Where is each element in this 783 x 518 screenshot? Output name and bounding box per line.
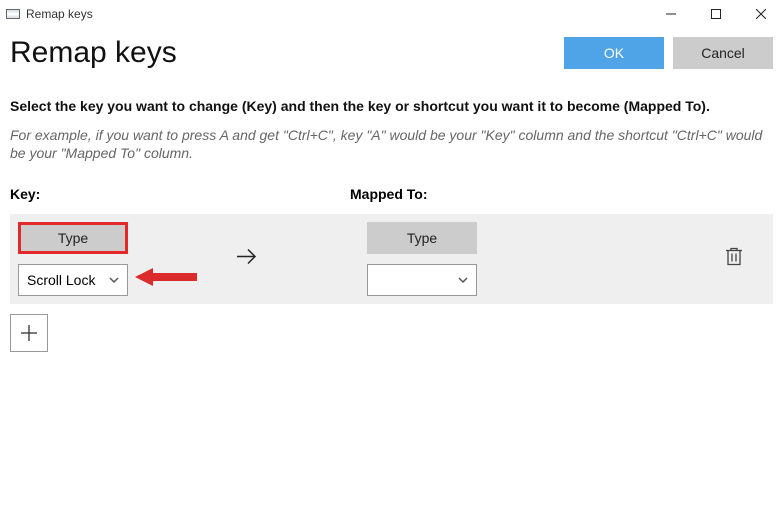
header-buttons: OK Cancel xyxy=(564,37,773,69)
close-button[interactable] xyxy=(738,0,783,28)
example-text: For example, if you want to press A and … xyxy=(10,126,773,162)
column-header-mapped: Mapped To: xyxy=(350,186,428,202)
delete-row-button[interactable] xyxy=(725,247,743,272)
header-row: Remap keys OK Cancel xyxy=(10,36,773,70)
key-select-value: Scroll Lock xyxy=(27,272,95,288)
key-select-dropdown[interactable]: Scroll Lock xyxy=(18,264,128,296)
chevron-down-icon xyxy=(109,272,119,288)
window-controls xyxy=(648,0,783,28)
maximize-button[interactable] xyxy=(693,0,738,28)
instruction-text: Select the key you want to change (Key) … xyxy=(10,98,773,114)
add-row xyxy=(10,314,773,352)
content-area: Remap keys OK Cancel Select the key you … xyxy=(0,28,783,360)
mapped-type-button[interactable]: Type xyxy=(367,222,477,254)
app-icon xyxy=(6,9,20,19)
add-mapping-button[interactable] xyxy=(10,314,48,352)
mapping-arrow-icon xyxy=(235,247,257,272)
ok-button[interactable]: OK xyxy=(564,37,664,69)
mapped-block: Type xyxy=(359,222,477,296)
chevron-down-icon xyxy=(458,272,468,288)
minimize-button[interactable] xyxy=(648,0,693,28)
columns-header: Key: Mapped To: xyxy=(10,186,773,202)
mapping-row: Type Scroll Lock Type xyxy=(10,214,773,304)
key-block: Type Scroll Lock xyxy=(10,222,128,296)
window-title: Remap keys xyxy=(26,7,93,21)
key-type-button[interactable]: Type xyxy=(18,222,128,254)
cancel-button[interactable]: Cancel xyxy=(673,37,773,69)
window-titlebar: Remap keys xyxy=(0,0,783,28)
titlebar-left: Remap keys xyxy=(0,7,93,21)
page-title: Remap keys xyxy=(10,36,177,70)
mapped-select-dropdown[interactable] xyxy=(367,264,477,296)
column-header-key: Key: xyxy=(10,186,350,202)
callout-arrow-icon xyxy=(135,268,197,286)
